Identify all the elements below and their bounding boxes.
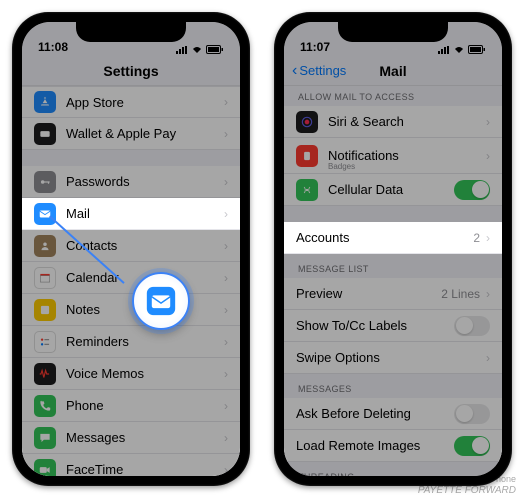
cell-label: Accounts <box>296 230 473 245</box>
cell-label: Reminders <box>66 334 224 349</box>
row-accounts[interactable]: Accounts 2 › <box>284 222 502 254</box>
row-swipe-options[interactable]: Swipe Options › <box>284 342 502 374</box>
mail-settings-list[interactable]: ALLOW MAIL TO ACCESS Siri & Search › Not… <box>284 86 502 476</box>
status-time: 11:08 <box>38 40 68 54</box>
cell-label: Preview <box>296 286 441 301</box>
row-facetime[interactable]: FaceTime › <box>22 454 240 476</box>
back-label: Settings <box>299 63 346 78</box>
chevron-right-icon: › <box>224 399 228 413</box>
chevron-right-icon: › <box>224 207 228 221</box>
chevron-right-icon: › <box>224 431 228 445</box>
notes-icon <box>34 299 56 321</box>
toggle-load-images[interactable] <box>454 436 490 456</box>
chevron-right-icon: › <box>224 271 228 285</box>
row-cellular-data[interactable]: Cellular Data <box>284 174 502 206</box>
siri-icon <box>296 111 318 133</box>
row-voice-memos[interactable]: Voice Memos › <box>22 358 240 390</box>
chevron-right-icon: › <box>224 95 228 109</box>
cell-label: Voice Memos <box>66 366 224 381</box>
cell-label: Phone <box>66 398 224 413</box>
cell-label: Show To/Cc Labels <box>296 318 454 333</box>
cell-label: Mail <box>66 206 224 221</box>
section-header-messages: MESSAGES <box>284 374 502 398</box>
row-contacts[interactable]: Contacts › <box>22 230 240 262</box>
chevron-left-icon: ‹ <box>292 63 297 79</box>
navbar: ‹ Settings Mail <box>284 56 502 86</box>
status-time: 11:07 <box>300 40 330 54</box>
watermark: UpPhone PAYETTE FORWARD <box>418 475 516 496</box>
row-wallet[interactable]: Wallet & Apple Pay › <box>22 118 240 150</box>
chevron-right-icon: › <box>224 335 228 349</box>
cell-label: Wallet & Apple Pay <box>66 126 224 141</box>
page-title: Settings <box>103 63 158 79</box>
cell-label: App Store <box>66 95 224 110</box>
row-load-remote-images[interactable]: Load Remote Images <box>284 430 502 462</box>
toggle-cellular[interactable] <box>454 180 490 200</box>
chevron-right-icon: › <box>224 175 228 189</box>
row-messages[interactable]: Messages › <box>22 422 240 454</box>
cell-label: Load Remote Images <box>296 438 454 453</box>
page-title: Mail <box>379 63 406 79</box>
voice-memos-icon <box>34 363 56 385</box>
app-store-icon <box>34 91 56 113</box>
cell-label: FaceTime <box>66 462 224 476</box>
toggle-show-tocc[interactable] <box>454 316 490 336</box>
chevron-right-icon: › <box>224 127 228 141</box>
calendar-icon <box>34 267 56 289</box>
cell-detail: 2 <box>473 231 480 245</box>
cellular-icon <box>296 179 318 201</box>
chevron-right-icon: › <box>224 463 228 477</box>
chevron-right-icon: › <box>224 303 228 317</box>
phone-right: 11:07 ‹ Settings Mail ALLOW MAIL TO ACCE… <box>274 12 512 486</box>
chevron-right-icon: › <box>486 149 490 163</box>
toggle-ask-delete[interactable] <box>454 404 490 424</box>
settings-list[interactable]: App Store › Wallet & Apple Pay › Passwor… <box>22 86 240 476</box>
row-preview[interactable]: Preview 2 Lines › <box>284 278 502 310</box>
row-notifications[interactable]: Notifications Badges › <box>284 138 502 174</box>
row-calendar[interactable]: Calendar › <box>22 262 240 294</box>
mail-callout-icon <box>132 272 190 330</box>
row-show-tocc[interactable]: Show To/Cc Labels <box>284 310 502 342</box>
facetime-icon <box>34 459 56 477</box>
cell-label: Ask Before Deleting <box>296 406 454 421</box>
chevron-right-icon: › <box>486 231 490 245</box>
cell-label: Passwords <box>66 174 224 189</box>
contacts-icon <box>34 235 56 257</box>
cell-detail: 2 Lines <box>441 287 480 301</box>
messages-icon <box>34 427 56 449</box>
row-app-store[interactable]: App Store › <box>22 86 240 118</box>
notifications-icon <box>296 145 318 167</box>
section-header-message-list: MESSAGE LIST <box>284 254 502 278</box>
section-header-threading: THREADING <box>284 462 502 476</box>
chevron-right-icon: › <box>224 239 228 253</box>
chevron-right-icon: › <box>486 287 490 301</box>
row-siri-search[interactable]: Siri & Search › <box>284 106 502 138</box>
phone-icon <box>34 395 56 417</box>
back-button[interactable]: ‹ Settings <box>292 63 346 79</box>
status-icons <box>176 45 224 54</box>
row-passwords[interactable]: Passwords › <box>22 166 240 198</box>
row-reminders[interactable]: Reminders › <box>22 326 240 358</box>
cell-label: Swipe Options <box>296 350 486 365</box>
chevron-right-icon: › <box>224 367 228 381</box>
cell-label: Siri & Search <box>328 114 486 129</box>
row-mail[interactable]: Mail › <box>22 198 240 230</box>
phone-left: 11:08 Settings App Store › Walle <box>12 12 250 486</box>
navbar: Settings <box>22 56 240 86</box>
cell-label: Messages <box>66 430 224 445</box>
chevron-right-icon: › <box>486 115 490 129</box>
key-icon <box>34 171 56 193</box>
section-header-access: ALLOW MAIL TO ACCESS <box>284 86 502 106</box>
cell-label: Cellular Data <box>328 182 454 197</box>
chevron-right-icon: › <box>486 351 490 365</box>
row-phone[interactable]: Phone › <box>22 390 240 422</box>
row-ask-before-deleting[interactable]: Ask Before Deleting <box>284 398 502 430</box>
cell-subtitle: Badges <box>328 162 355 171</box>
row-notes[interactable]: Notes › <box>22 294 240 326</box>
status-icons <box>438 45 486 54</box>
cell-label: Notifications <box>328 148 486 163</box>
reminders-icon <box>34 331 56 353</box>
wallet-icon <box>34 123 56 145</box>
